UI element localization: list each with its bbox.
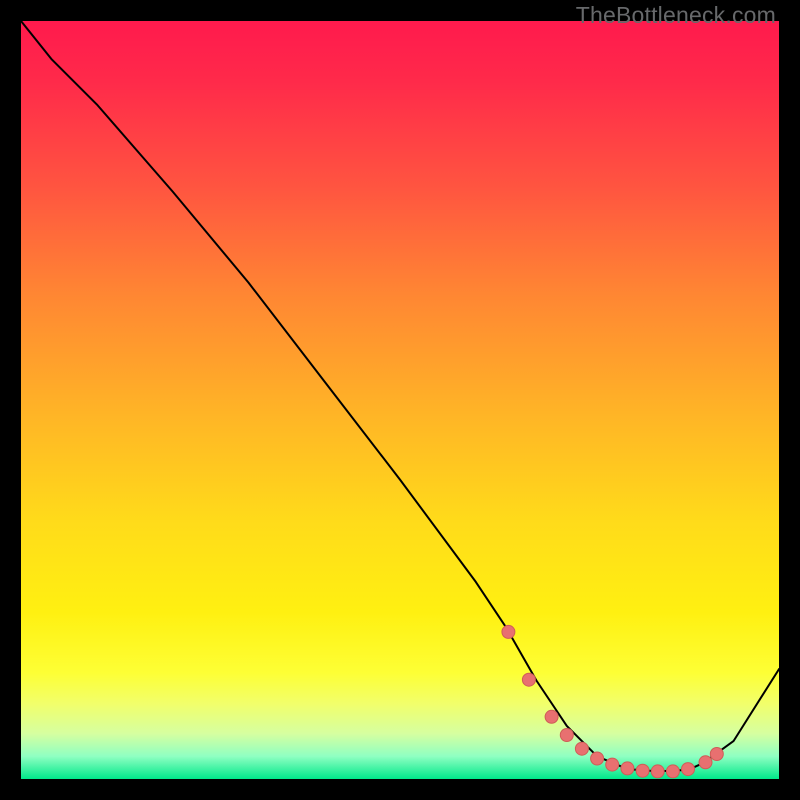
- plot-area: [21, 21, 779, 779]
- curve-marker: [699, 756, 712, 769]
- watermark-text: TheBottleneck.com: [576, 2, 776, 29]
- curve-markers: [502, 625, 723, 778]
- curve-marker: [560, 729, 573, 742]
- curve-marker: [522, 673, 535, 686]
- curve-marker: [502, 625, 515, 638]
- curve-marker: [710, 748, 723, 761]
- curve-marker: [606, 758, 619, 771]
- curve-marker: [651, 765, 664, 778]
- curve-marker: [682, 763, 695, 776]
- marker-layer: [21, 21, 779, 779]
- curve-marker: [666, 765, 679, 778]
- curve-marker: [545, 710, 558, 723]
- chart-frame: TheBottleneck.com: [0, 0, 800, 800]
- curve-marker: [621, 762, 634, 775]
- curve-marker: [575, 742, 588, 755]
- curve-marker: [591, 752, 604, 765]
- curve-marker: [636, 764, 649, 777]
